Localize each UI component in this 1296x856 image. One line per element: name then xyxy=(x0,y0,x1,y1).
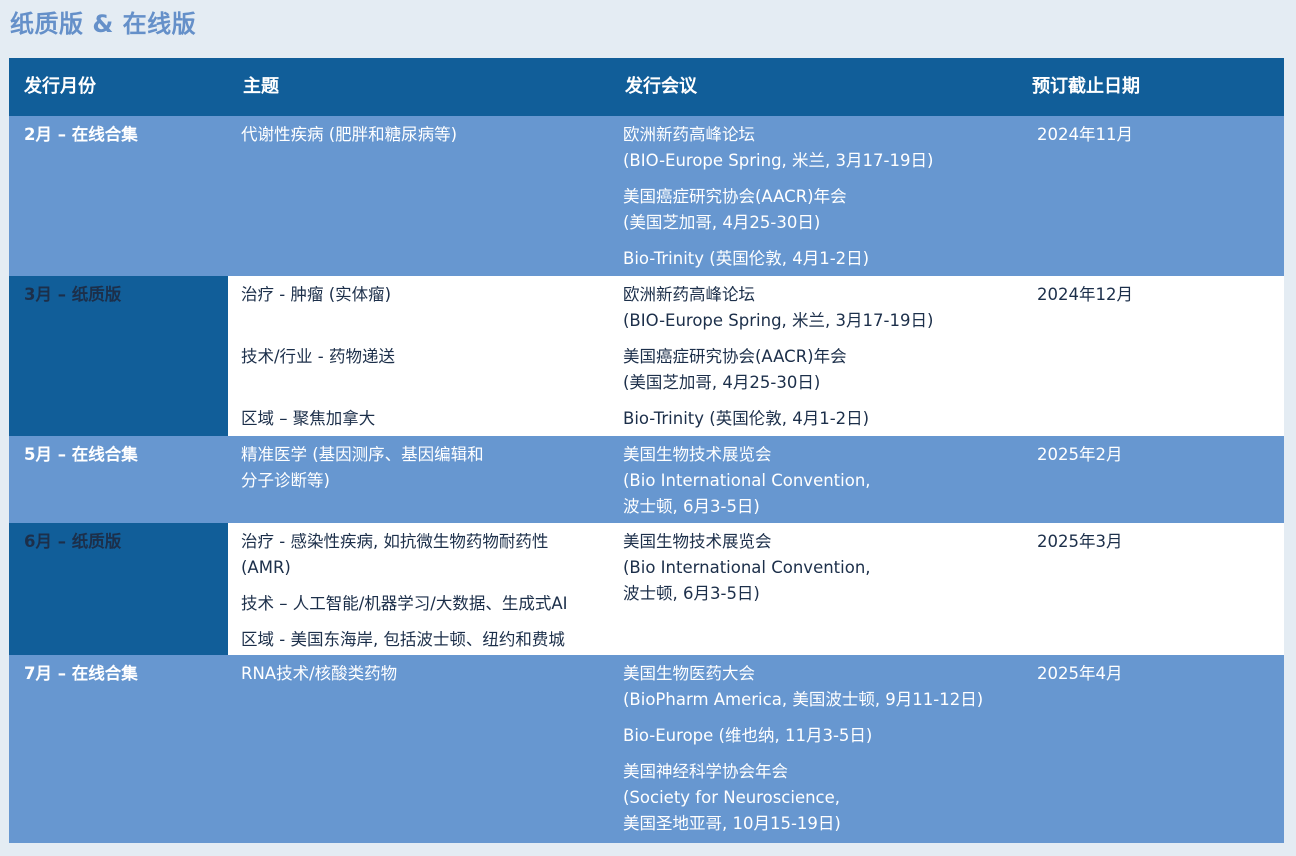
meetings-cell: 美国生物技术展览会 (Bio International Convention,… xyxy=(610,436,1017,523)
meetings-cell: 欧洲新药高峰论坛 (BIO-Europe Spring, 米兰, 3月17-19… xyxy=(610,116,1017,276)
meetings-cell: 美国生物技术展览会 (Bio International Convention,… xyxy=(610,523,1017,655)
topic-item: 区域 – 聚焦加拿大 xyxy=(241,409,376,428)
topic-item: 精准医学 (基因测序、基因编辑和 分子诊断等) xyxy=(241,445,484,490)
topic-item: 技术/行业 - 药物递送 xyxy=(241,347,396,366)
table-row: 5月 – 在线合集 精准医学 (基因测序、基因编辑和 分子诊断等) 美国生物技术… xyxy=(9,436,1284,523)
meeting-item: 美国神经科学协会年会 (Society for Neuroscience, 美国… xyxy=(623,762,841,833)
page-title: 纸质版 & 在线版 xyxy=(10,10,197,38)
topic-item: 代谢性疾病 (肥胖和糖尿病等) xyxy=(241,125,458,144)
table-row: 2月 – 在线合集 代谢性疾病 (肥胖和糖尿病等) 欧洲新药高峰论坛 (BIO-… xyxy=(9,116,1284,276)
meeting-item: 美国癌症研究协会(AACR)年会 (美国芝加哥, 4月25-30日) xyxy=(623,347,847,392)
deadline-cell: 2024年11月 xyxy=(1037,125,1133,144)
header-booking-deadline: 预订截止日期 xyxy=(1032,76,1140,97)
header-issue-month: 发行月份 xyxy=(24,76,96,97)
issue-month-cell: 5月 – 在线合集 xyxy=(24,445,138,464)
issue-month-cell: 6月 – 纸质版 xyxy=(9,523,228,655)
issue-month-cell: 3月 – 纸质版 xyxy=(9,276,228,436)
topic-item: 治疗 - 感染性疾病, 如抗微生物药物耐药性 (AMR) xyxy=(241,532,549,577)
topic-item: 技术 – 人工智能/机器学习/大数据、生成式AI xyxy=(241,594,568,613)
topic-cell: 治疗 - 感染性疾病, 如抗微生物药物耐药性 (AMR) 技术 – 人工智能/机… xyxy=(228,523,610,655)
topic-item: 治疗 - 肿瘤 (实体瘤) xyxy=(241,285,392,304)
topic-cell: 治疗 - 肿瘤 (实体瘤) 技术/行业 - 药物递送 区域 – 聚焦加拿大 xyxy=(228,276,610,436)
table-header-row: 发行月份 主题 发行会议 预订截止日期 xyxy=(9,58,1284,116)
meeting-item: 欧洲新药高峰论坛 (BIO-Europe Spring, 米兰, 3月17-19… xyxy=(623,125,934,170)
issue-schedule-table: 发行月份 主题 发行会议 预订截止日期 2月 – 在线合集 代谢性疾病 (肥胖和… xyxy=(9,58,1284,843)
table-row: 6月 – 纸质版 治疗 - 感染性疾病, 如抗微生物药物耐药性 (AMR) 技术… xyxy=(9,523,1284,655)
meeting-item: Bio-Europe (维也纳, 11月3-5日) xyxy=(623,726,873,745)
topic-cell: 精准医学 (基因测序、基因编辑和 分子诊断等) xyxy=(228,436,610,523)
meeting-item: Bio-Trinity (英国伦敦, 4月1-2日) xyxy=(623,409,870,428)
meeting-item: 美国生物技术展览会 (Bio International Convention,… xyxy=(623,532,871,603)
table-row: 3月 – 纸质版 治疗 - 肿瘤 (实体瘤) 技术/行业 - 药物递送 区域 –… xyxy=(9,276,1284,436)
topic-item: RNA技术/核酸类药物 xyxy=(241,664,398,683)
issue-month-cell: 7月 – 在线合集 xyxy=(24,664,138,683)
deadline-cell: 2024年12月 xyxy=(1037,285,1133,304)
meeting-item: 美国生物技术展览会 (Bio International Convention,… xyxy=(623,445,871,516)
meeting-item: 美国生物医药大会 (BioPharm America, 美国波士顿, 9月11-… xyxy=(623,664,984,709)
topic-item: 区域 - 美国东海岸, 包括波士顿、纽约和费城 xyxy=(241,630,565,649)
meeting-item: 欧洲新药高峰论坛 (BIO-Europe Spring, 米兰, 3月17-19… xyxy=(623,285,934,330)
deadline-cell: 2025年3月 xyxy=(1037,532,1123,551)
meetings-cell: 美国生物医药大会 (BioPharm America, 美国波士顿, 9月11-… xyxy=(610,655,1017,843)
meetings-cell: 欧洲新药高峰论坛 (BIO-Europe Spring, 米兰, 3月17-19… xyxy=(610,276,1017,436)
meeting-item: 美国癌症研究协会(AACR)年会 (美国芝加哥, 4月25-30日) xyxy=(623,187,847,232)
issue-month-cell: 2月 – 在线合集 xyxy=(24,125,138,144)
deadline-cell: 2025年2月 xyxy=(1037,445,1123,464)
meeting-item: Bio-Trinity (英国伦敦, 4月1-2日) xyxy=(623,249,870,268)
deadline-cell: 2025年4月 xyxy=(1037,664,1123,683)
topic-cell: 代谢性疾病 (肥胖和糖尿病等) xyxy=(228,116,610,276)
header-topic: 主题 xyxy=(243,76,279,97)
topic-cell: RNA技术/核酸类药物 xyxy=(228,655,610,843)
header-meetings: 发行会议 xyxy=(625,76,697,97)
table-row: 7月 – 在线合集 RNA技术/核酸类药物 美国生物医药大会 (BioPharm… xyxy=(9,655,1284,843)
